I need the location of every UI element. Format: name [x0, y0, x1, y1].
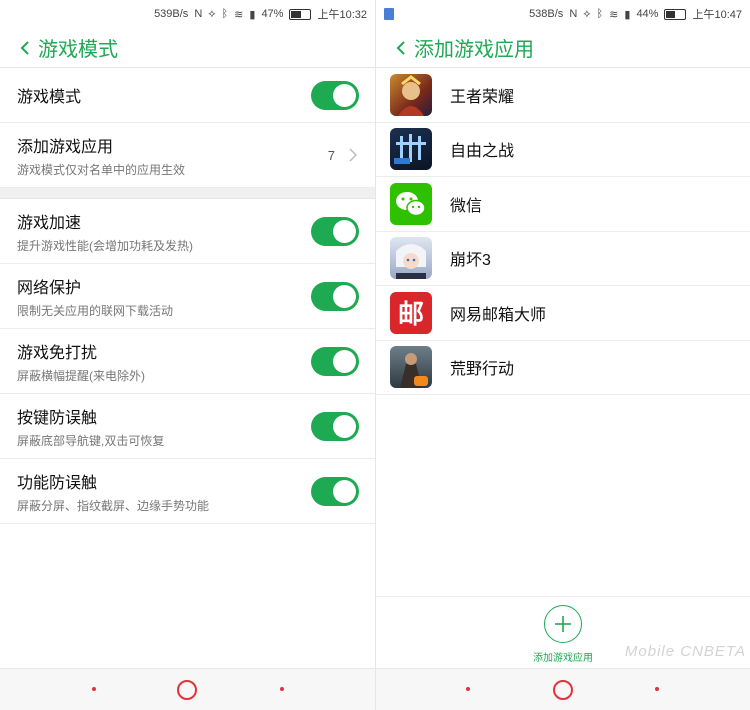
left-screen: 539B/s N ⟡ ᛒ ≋ ▮ 47% 上午10:32 游戏模式 游戏模式 添… — [0, 0, 375, 710]
app-item-knives-out[interactable]: 荒野行动 — [376, 341, 750, 395]
signal-icon: ▮ — [624, 8, 631, 21]
add-button[interactable] — [544, 605, 582, 643]
setting-subtitle: 屏蔽底部导航键,双击可恢复 — [17, 433, 165, 448]
app-name: 自由之战 — [450, 143, 515, 161]
app-name: 王者荣耀 — [450, 88, 515, 106]
nfc-icon: N — [569, 8, 578, 20]
clock: 上午10:47 — [692, 9, 742, 21]
title-bar: 添加游戏应用 — [376, 28, 750, 68]
battery-percent: 44% — [636, 8, 659, 20]
nav-menu-button[interactable] — [92, 687, 96, 691]
battery-icon — [289, 8, 312, 20]
setting-subtitle: 提升游戏性能(会增加功耗及发热) — [17, 238, 193, 253]
knives-out-icon — [390, 346, 432, 389]
setting-subtitle: 游戏模式仅对名单中的应用生效 — [17, 162, 186, 177]
setting-subtitle: 限制无关应用的联网下载活动 — [17, 303, 174, 318]
bluetooth-icon: ᛒ — [221, 8, 229, 20]
add-button-label: 添加游戏应用 — [533, 653, 593, 664]
setting-title: 游戏加速 — [17, 214, 82, 232]
nav-home-button[interactable] — [553, 680, 573, 700]
nfc-icon: N — [194, 8, 203, 20]
signal-icon: ▮ — [249, 8, 256, 21]
page-title: 游戏模式 — [38, 39, 118, 61]
network-speed: 538B/s — [529, 8, 564, 20]
navigation-bar — [376, 668, 750, 710]
navigation-bar — [0, 668, 375, 710]
section-divider — [0, 188, 375, 199]
wifi-icon: ≋ — [234, 8, 244, 21]
app-item-wechat[interactable]: 微信 — [376, 177, 750, 232]
right-screen: 538B/s N ⟡ ᛒ ≋ ▮ 44% 上午10:47 添加游戏应用 王者荣耀… — [375, 0, 750, 710]
freedom-battle-icon — [390, 128, 432, 171]
back-arrow-icon[interactable] — [390, 37, 412, 59]
wifi-icon: ≋ — [609, 8, 619, 21]
game-mode-toggle[interactable] — [311, 80, 359, 110]
app-name: 微信 — [450, 197, 483, 215]
battery-percent: 47% — [261, 8, 284, 20]
clock: 上午10:32 — [317, 9, 367, 21]
notification-icon — [384, 8, 394, 20]
app-item-honkai-3[interactable]: 崩坏3 — [376, 232, 750, 286]
setting-title: 游戏模式 — [17, 89, 82, 106]
nav-back-button[interactable] — [655, 687, 659, 691]
function-anti-mistouch-toggle[interactable] — [311, 476, 359, 506]
page-title: 添加游戏应用 — [414, 39, 534, 61]
netease-mail-icon: 邮 — [390, 291, 432, 334]
app-count: 7 — [327, 147, 335, 163]
setting-key-anti-mistouch[interactable]: 按键防误触 屏蔽底部导航键,双击可恢复 — [0, 394, 375, 459]
app-item-freedom-battle[interactable]: 自由之战 — [376, 123, 750, 177]
honor-of-kings-icon — [390, 73, 432, 116]
setting-title: 网络保护 — [17, 279, 82, 297]
setting-title: 按键防误触 — [17, 409, 98, 427]
title-bar: 游戏模式 — [0, 28, 375, 68]
status-bar: 538B/s N ⟡ ᛒ ≋ ▮ 44% 上午10:47 — [376, 0, 750, 28]
setting-subtitle: 屏蔽横幅提醒(来电除外) — [17, 368, 145, 383]
setting-function-anti-mistouch[interactable]: 功能防误触 屏蔽分屏、指纹截屏、边缘手势功能 — [0, 459, 375, 524]
setting-title: 游戏免打扰 — [17, 344, 98, 362]
nav-home-button[interactable] — [177, 680, 197, 700]
key-anti-mistouch-toggle[interactable] — [311, 411, 359, 441]
app-item-honor-of-kings[interactable]: 王者荣耀 — [376, 68, 750, 123]
do-not-disturb-toggle[interactable] — [311, 346, 359, 376]
setting-title: 添加游戏应用 — [17, 138, 114, 156]
plus-icon — [555, 616, 571, 632]
back-arrow-icon[interactable] — [14, 37, 36, 59]
setting-do-not-disturb[interactable]: 游戏免打扰 屏蔽横幅提醒(来电除外) — [0, 329, 375, 394]
app-item-netease-mail[interactable]: 邮 网易邮箱大师 — [376, 286, 750, 341]
setting-game-mode[interactable]: 游戏模式 — [0, 68, 375, 123]
app-name: 荒野行动 — [450, 361, 515, 379]
setting-network-protection[interactable]: 网络保护 限制无关应用的联网下载活动 — [0, 264, 375, 329]
honkai-3-icon — [390, 237, 432, 280]
setting-subtitle: 屏蔽分屏、指纹截屏、边缘手势功能 — [17, 498, 210, 513]
vibrate-icon: ⟡ — [208, 7, 216, 20]
game-acceleration-toggle[interactable] — [311, 216, 359, 246]
bluetooth-icon: ᛒ — [596, 8, 604, 20]
setting-add-game-apps[interactable]: 添加游戏应用 游戏模式仅对名单中的应用生效 7 — [0, 123, 375, 188]
status-bar: 539B/s N ⟡ ᛒ ≋ ▮ 47% 上午10:32 — [0, 0, 375, 28]
app-name: 崩坏3 — [450, 252, 491, 270]
setting-game-acceleration[interactable]: 游戏加速 提升游戏性能(会增加功耗及发热) — [0, 199, 375, 264]
chevron-right-icon — [349, 148, 359, 162]
network-speed: 539B/s — [154, 8, 189, 20]
watermark: Mobile CNBETA — [624, 643, 746, 660]
vibrate-icon: ⟡ — [583, 7, 591, 20]
battery-icon — [664, 8, 687, 20]
nav-menu-button[interactable] — [466, 687, 470, 691]
wechat-icon — [390, 182, 432, 225]
setting-title: 功能防误触 — [17, 474, 98, 492]
nav-back-button[interactable] — [280, 687, 284, 691]
app-name: 网易邮箱大师 — [450, 306, 547, 324]
network-protection-toggle[interactable] — [311, 281, 359, 311]
